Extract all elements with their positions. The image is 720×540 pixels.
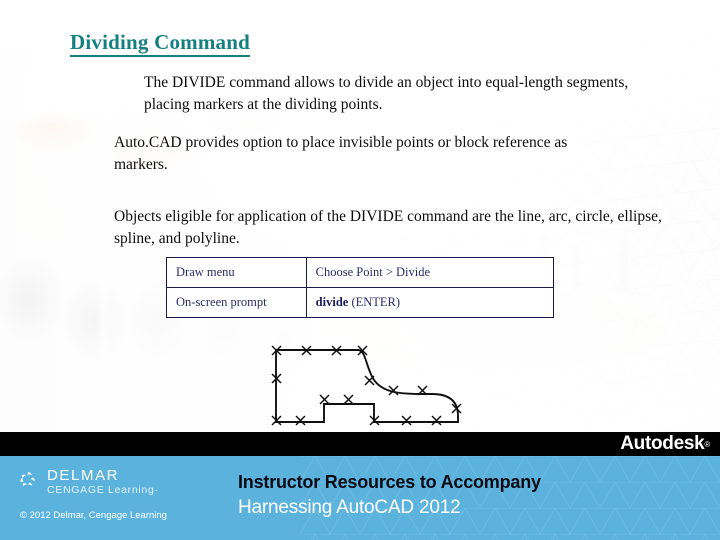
cad-drawing-illustration xyxy=(271,345,462,426)
divide-marker-group xyxy=(271,345,462,426)
table-cell-value: divide (ENTER) xyxy=(305,287,555,318)
delmar-line-2: CENGAGE Learning· xyxy=(47,483,159,496)
autodesk-wordmark: Autodesk xyxy=(620,433,705,454)
autodesk-logo: Autodesk ® xyxy=(620,432,710,456)
delmar-cengage-logo: DELMAR CENGAGE Learning· xyxy=(18,468,159,496)
body-paragraph-1: The DIVIDE command allows to divide an o… xyxy=(144,74,629,113)
table-cell-value-text: (ENTER) xyxy=(348,295,401,309)
polyline-outline xyxy=(275,349,459,423)
footer-title-line-1: Instructor Resources to Accompany xyxy=(238,472,541,492)
x-marker xyxy=(401,415,412,426)
delmar-line-1: DELMAR xyxy=(47,467,120,484)
copyright-notice: © 2012 Delmar, Cengage Learning xyxy=(20,510,167,521)
footer-title-line-2: Harnessing AutoCAD 2012 xyxy=(238,496,461,518)
delmar-wordmark: DELMAR CENGAGE Learning· xyxy=(47,468,159,496)
x-marker xyxy=(319,394,330,405)
pinwheel-icon xyxy=(20,472,35,487)
slide-title: Dividing Command xyxy=(70,30,250,58)
footer-title-block: Instructor Resources to Accompany Harnes… xyxy=(238,472,541,519)
table-cell-command-name: divide xyxy=(315,295,349,309)
command-reference-table: Draw menu Choose Point > Divide On-scree… xyxy=(166,257,555,318)
x-marker xyxy=(431,415,442,426)
x-marker xyxy=(295,415,306,426)
table-row: On-screen prompt divide (ENTER) xyxy=(166,287,555,318)
table-cell-value: Choose Point > Divide xyxy=(305,257,555,288)
table-cell-label: On-screen prompt xyxy=(166,287,307,318)
table-cell-value-text: Choose Point > Divide xyxy=(315,265,431,279)
footer-black-bar xyxy=(0,432,720,456)
body-paragraph-2: Auto.CAD provides option to place invisi… xyxy=(114,134,568,173)
table-row: Draw menu Choose Point > Divide xyxy=(166,257,555,288)
body-paragraph-3: Objects eligible for application of the … xyxy=(114,208,662,247)
slide-canvas: Dividing Command The DIVIDE command allo… xyxy=(0,0,720,540)
autodesk-trademark-icon: ® xyxy=(704,439,710,449)
x-marker xyxy=(343,394,354,405)
slide-content: Dividing Command The DIVIDE command allo… xyxy=(0,0,720,432)
table-cell-label: Draw menu xyxy=(166,257,307,288)
x-marker xyxy=(364,375,375,386)
